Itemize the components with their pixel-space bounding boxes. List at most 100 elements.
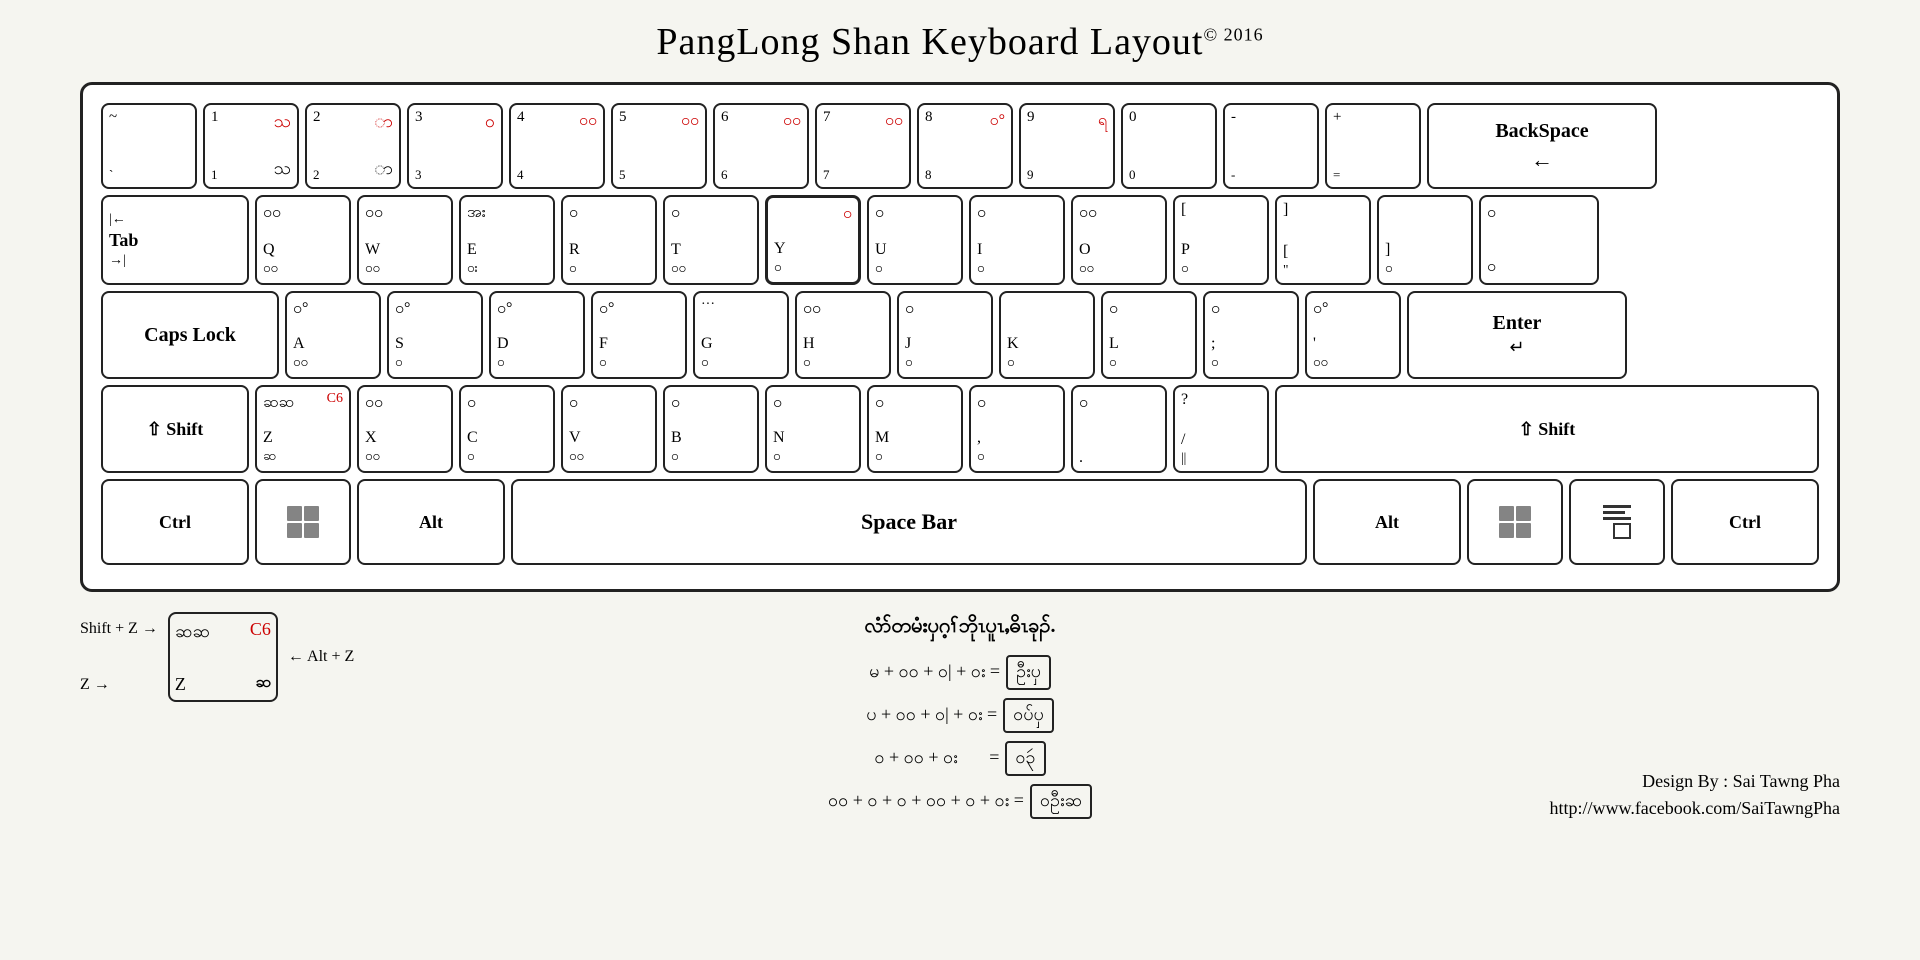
key-o[interactable]: ဝဝ Oဝဝ [1071,195,1167,285]
key-comma[interactable]: ဝ ,ဝ [969,385,1065,473]
key-y[interactable]: ဝ Yဝ [765,195,861,285]
key-0[interactable]: 0 0 [1121,103,1217,189]
key-enter[interactable]: Enter ↵ [1407,291,1627,379]
key-u[interactable]: ဝ Uဝ [867,195,963,285]
key-a[interactable]: ဝ° Aဝဝ [285,291,381,379]
menu-icon [1603,505,1631,539]
key-x[interactable]: ဝဝ Xဝဝ [357,385,453,473]
ctrl-right-label: Ctrl [1729,512,1761,533]
alt-left-label: Alt [419,512,443,533]
key-n[interactable]: ဝ Nဝ [765,385,861,473]
key-s[interactable]: ဝ° Sဝ [387,291,483,379]
formulas-title: လံာ်တမံးၦဂ့ၢ်ဘိုၤပူၤႇဓိၤခုၣ်. [865,612,1056,642]
key-b[interactable]: ဝ Bဝ [663,385,759,473]
tab-label: Tab [109,230,138,251]
key-backslash[interactable]: ဝ ဝ [1479,195,1599,285]
key-win-right[interactable] [1467,479,1563,565]
key-space[interactable]: Space Bar [511,479,1307,565]
key-period[interactable]: ဝ . [1071,385,1167,473]
windows-icon [287,506,319,538]
key-i[interactable]: ဝ Iဝ [969,195,1065,285]
key-7[interactable]: 7 ဝဝ 7 [815,103,911,189]
key-m[interactable]: ဝ Mဝ [867,385,963,473]
key-r[interactable]: ဝ Rဝ [561,195,657,285]
key-6[interactable]: 6 ဝဝ 6 [713,103,809,189]
key-f[interactable]: ဝ° Fဝ [591,291,687,379]
ctrl-left-label: Ctrl [159,512,191,533]
alt-right-label: Alt [1375,512,1399,533]
bottom-section: Shift + Z → Z → ဆဆ C6 Z ဆ ← Alt + Z လံာ်… [80,612,1840,819]
formulas-section: လံာ်တမံးၦဂ့ၢ်ဘိုၤပူၤႇဓိၤခုၣ်. မ + ဝဝ + ဝ… [430,612,1490,819]
key-z[interactable]: ဆဆ C6 Zဆ [255,385,351,473]
demo-key-bl: Z [175,674,223,695]
demo-key-tl: ဆဆ [175,619,223,646]
key-slash[interactable]: ? /|| [1173,385,1269,473]
key-alt-left[interactable]: Alt [357,479,505,565]
shift-left-label: ⇧ Shift [147,419,204,440]
alt-z-label: ← Alt + Z [288,648,354,666]
win-right-icon-container [1499,485,1531,559]
key-e[interactable]: အး Eဝး [459,195,555,285]
demo-key-tr: C6 [223,619,271,640]
key-d[interactable]: ဝ° Dဝ [489,291,585,379]
legend-demo: Shift + Z → Z → ဆဆ C6 Z ဆ ← Alt + Z [80,612,400,702]
tab-arrow-right: →| [109,253,126,269]
page-title: PangLong Shan Keyboard Layout© 2016 [656,20,1263,64]
key-c[interactable]: ဝ Cဝ [459,385,555,473]
z-label: Z → [80,676,158,694]
copyright-text: © 2016 [1204,24,1264,44]
key-t[interactable]: ဝ Tဝဝ [663,195,759,285]
enter-arrow-icon: ↵ [1509,337,1524,358]
key-row-2: |← Tab →| ဝဝ Qဝဝ ဝဝ Wဝဝ [101,195,1819,285]
key-ctrl-left[interactable]: Ctrl [101,479,249,565]
windows-icon-right [1499,506,1531,538]
key-h[interactable]: ဝဝ Hဝ [795,291,891,379]
win-left-icon-container [287,485,319,559]
tab-arrow-left: |← [109,212,126,228]
formula-3: ဝ + ဝဝ + ဝး = ဝ၃ဴ [874,741,1045,776]
key-9[interactable]: 9 ရ 9 [1019,103,1115,189]
key-semicolon[interactable]: ဝ ;ဝ [1203,291,1299,379]
key-row-5: Ctrl Alt Space Bar Alt [101,479,1819,565]
key-shift-left[interactable]: ⇧ Shift [101,385,249,473]
key-equals[interactable]: + = [1325,103,1421,189]
key-v[interactable]: ဝ Vဝဝ [561,385,657,473]
key-tilde[interactable]: ~ ` [101,103,197,189]
key-5[interactable]: 5 ဝဝ 5 [611,103,707,189]
key-1[interactable]: 1 သ 1 သ [203,103,299,189]
capslock-label: Caps Lock [144,324,236,347]
key-lbracket[interactable]: ] [" [1275,195,1371,285]
key-k[interactable]: Kဝ [999,291,1095,379]
key-3[interactable]: 3 ဝ 3 [407,103,503,189]
key-quote[interactable]: ဝ° 'ဝဝ [1305,291,1401,379]
key-alt-right[interactable]: Alt [1313,479,1461,565]
key-rbracket[interactable]: ]ဝ [1377,195,1473,285]
key-win-left[interactable] [255,479,351,565]
shift-z-label: Shift + Z → [80,620,158,638]
key-g[interactable]: ··· Gဝ [693,291,789,379]
key-row-1: ~ ` 1 သ 1 သ 2 ာ 2 ာ [101,103,1819,189]
key-menu[interactable] [1569,479,1665,565]
keyboard-layout: ~ ` 1 သ 1 သ 2 ာ 2 ာ [80,82,1840,592]
key-8[interactable]: 8 ဝ° 8 [917,103,1013,189]
key-ctrl-right[interactable]: Ctrl [1671,479,1819,565]
key-capslock[interactable]: Caps Lock [101,291,279,379]
key-j[interactable]: ဝ Jဝ [897,291,993,379]
key-l[interactable]: ဝ Lဝ [1101,291,1197,379]
demo-key-z: ဆဆ C6 Z ဆ [168,612,278,702]
key-backspace[interactable]: BackSpace ← [1427,103,1657,189]
key-w[interactable]: ဝဝ Wဝဝ [357,195,453,285]
key-p[interactable]: [ Pဝ [1173,195,1269,285]
formula-1: မ + ဝဝ + ဝ| + ဝး = ဦးၦ [869,655,1051,690]
key-row-4: ⇧ Shift ဆဆ C6 Zဆ ဝဝ Xဝဝ ဝ Cဝ [101,385,1819,473]
key-2[interactable]: 2 ာ 2 ာ [305,103,401,189]
demo-key-br: ဆ [223,671,271,695]
key-minus[interactable]: - - [1223,103,1319,189]
menu-icon-container [1603,485,1631,559]
legend-section: Shift + Z → Z → ဆဆ C6 Z ဆ ← Alt + Z [80,612,400,819]
title-text: PangLong Shan Keyboard Layout [656,21,1203,63]
key-4[interactable]: 4 ဝဝ 4 [509,103,605,189]
key-q[interactable]: ဝဝ Qဝဝ [255,195,351,285]
key-shift-right[interactable]: ⇧ Shift [1275,385,1819,473]
key-tab[interactable]: |← Tab →| [101,195,249,285]
